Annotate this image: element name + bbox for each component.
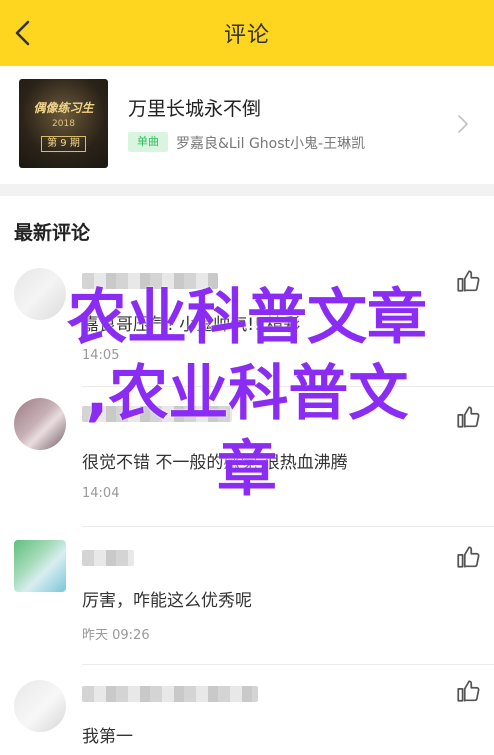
back-button[interactable] — [6, 16, 40, 50]
avatar[interactable] — [14, 268, 66, 320]
song-card[interactable]: 偶像练习生 2018 第 9 期 万里长城永不倒 单曲 罗嘉良&Lil Ghos… — [0, 66, 494, 184]
divider — [82, 386, 494, 387]
comment-item: 很觉不错 不一般的感觉 很热血沸腾 14:04 — [0, 388, 494, 528]
avatar[interactable] — [14, 680, 66, 732]
nickname[interactable] — [82, 273, 218, 289]
thumbs-up-icon[interactable] — [455, 544, 481, 570]
avatar[interactable] — [14, 398, 66, 450]
comment-time: 14:04 — [82, 486, 120, 501]
comment-text: 嘉良哥压气! 小鬼帅气!! 精彩 — [82, 315, 301, 335]
section-title: 最新评论 — [14, 222, 91, 244]
comment-text: 厉害，咋能这么优秀呢 — [82, 591, 252, 611]
nickname[interactable] — [82, 686, 258, 702]
nickname[interactable] — [82, 550, 134, 566]
song-title: 万里长城永不倒 — [128, 98, 262, 120]
divider — [82, 664, 494, 665]
thumbs-up-icon[interactable] — [455, 268, 481, 294]
thumbs-up-icon[interactable] — [455, 678, 481, 704]
chevron-left-icon — [15, 20, 30, 46]
comment-item: 我第一 — [0, 666, 494, 755]
top-bar: 评论 — [0, 0, 494, 66]
single-badge: 单曲 — [128, 132, 168, 152]
song-artists: 罗嘉良&Lil Ghost小鬼-王琳凯 — [176, 136, 366, 152]
comment-text: 我第一 — [82, 727, 133, 747]
cover-year: 2018 — [52, 119, 75, 129]
avatar[interactable] — [14, 540, 66, 592]
comment-time: 昨天 09:26 — [82, 628, 150, 643]
album-cover: 偶像练习生 2018 第 9 期 — [19, 79, 108, 168]
comments-section: 最新评论 嘉良哥压气! 小鬼帅气!! 精彩 14:05 很觉不错 不一般的感觉 … — [0, 196, 494, 755]
comment-item: 嘉良哥压气! 小鬼帅气!! 精彩 14:05 — [0, 258, 494, 388]
page-title: 评论 — [223, 23, 270, 48]
comment-text: 很觉不错 不一般的感觉 很热血沸腾 — [82, 453, 348, 473]
cover-title: 偶像练习生 — [33, 101, 94, 115]
cover-episode: 第 9 期 — [41, 136, 86, 152]
comment-time: 14:05 — [82, 348, 120, 363]
thumbs-up-icon[interactable] — [455, 404, 481, 430]
divider — [82, 526, 494, 527]
chevron-right-icon[interactable] — [453, 112, 473, 136]
nickname[interactable] — [82, 406, 232, 422]
comment-item: 厉害，咋能这么优秀呢 昨天 09:26 — [0, 528, 494, 666]
